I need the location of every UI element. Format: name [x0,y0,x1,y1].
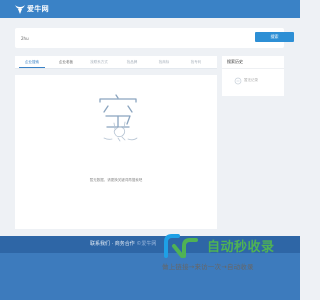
watermark-subtitle: 做上链接→来访一次→自动收录 [162,263,254,271]
search-history-panel: 搜索历史 暂无记录 [222,56,284,96]
search-input[interactable] [19,31,223,45]
divider [222,68,284,69]
empty-results-illustration [99,94,138,142]
tab-company-boss[interactable]: 企业老板 [53,56,79,68]
search-bar: 搜索 [15,28,294,48]
tab-find-patent[interactable]: 找专利 [183,56,209,68]
footer-contact-link[interactable]: 联系我们 · 商务合作 [90,241,135,247]
tab-find-trademark[interactable]: 找商标 [151,56,177,68]
tab-find-contact[interactable]: 找联系方式 [85,56,113,68]
watermark-overlay: 自动秒收录 做上链接→来访一次→自动收录 [162,232,292,276]
results-panel: 暂无数据，请更换关键词再搜索吧 [15,75,217,229]
search-history-title: 搜索历史 [227,59,243,64]
search-type-tabs: 企业搜索 企业老板 找联系方式 找品牌 找商标 找专利 [15,56,217,69]
empty-history-icon [234,77,242,85]
watermark-title: 自动秒收录 [207,240,275,255]
tab-find-brand[interactable]: 找品牌 [119,56,145,68]
tab-company-search[interactable]: 企业搜索 [19,56,45,68]
watermark-logo-icon [164,234,198,258]
empty-results-message: 暂无数据，请更换关键词再搜索吧 [89,178,143,182]
empty-history-text: 暂无记录 [244,78,258,82]
site-name[interactable]: 爱牛网 [27,4,49,14]
bull-logo-icon[interactable] [14,3,26,15]
footer-links: 联系我们 · 商务合作 ©爱牛网 [90,240,156,247]
footer-copyright: ©爱牛网 [136,241,157,247]
search-button[interactable]: 搜索 [255,32,294,42]
top-header: 爱牛网 [0,0,300,18]
